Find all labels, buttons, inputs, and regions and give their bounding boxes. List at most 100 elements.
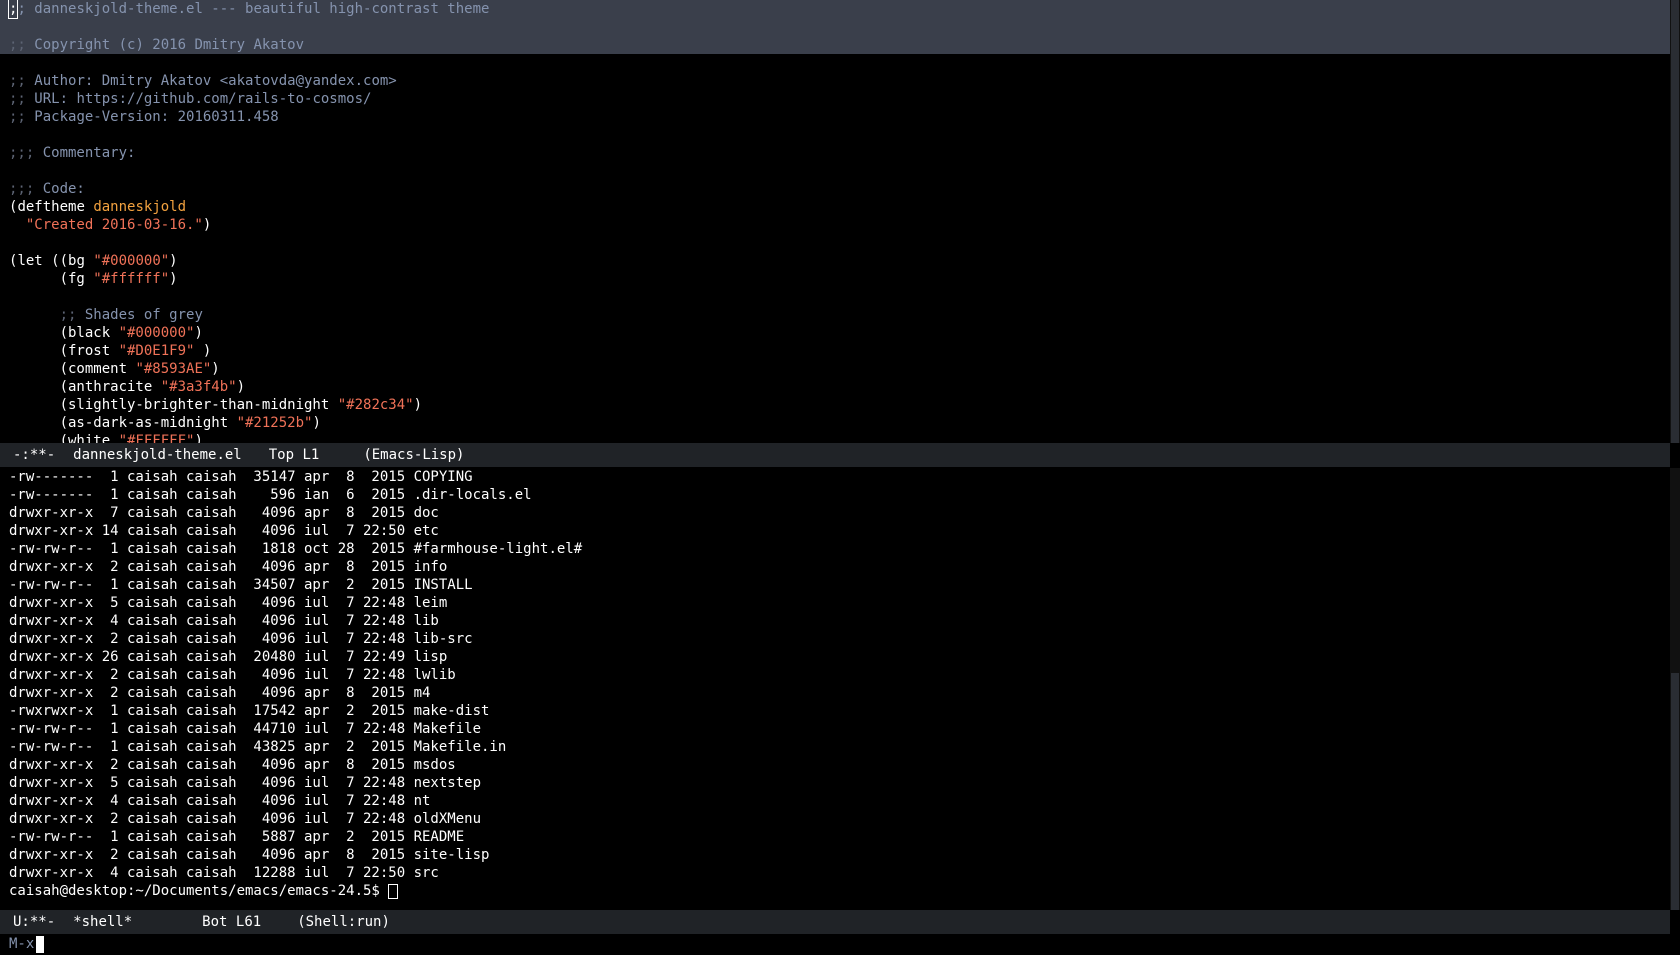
shell-output-line: drwxr-xr-x 5 caisah caisah 4096 iul 7 22… [9, 595, 448, 611]
code-token: ;; [9, 37, 35, 53]
editor-line[interactable]: ;; Copyright (c) 2016 Dmitry Akatov [0, 36, 1670, 54]
code-token: ) [236, 379, 246, 395]
code-token: ;; [59, 307, 85, 323]
editor-line[interactable]: ;; Shades of grey [0, 306, 1670, 324]
code-token: URL: https://github.com/rails-to-cosmos/ [34, 91, 372, 107]
editor-modeline: -:**- danneskjold-theme.el Top L1 (Emacs-Li… [0, 443, 1670, 467]
shell-output-line: drwxr-xr-x 14 caisah caisah 4096 iul 7 2… [9, 523, 439, 539]
shell-output-line: drwxr-xr-x 2 caisah caisah 4096 apr 8 20… [9, 685, 431, 701]
code-token: ) [194, 325, 203, 341]
shell-output-line: -rw-rw-r-- 1 caisah caisah 1818 oct 28 2… [9, 541, 583, 557]
editor-scrollbar-thumb[interactable] [1671, 0, 1679, 443]
shell-output-line: drwxr-xr-x 2 caisah caisah 4096 apr 8 20… [9, 847, 490, 863]
editor-line[interactable] [0, 288, 1670, 306]
editor-buffer[interactable]: ;; danneskjold-theme.el --- beautiful hi… [0, 0, 1670, 443]
code-token: ) [211, 361, 220, 377]
editor-modeline-major-mode[interactable]: (Emacs-Lisp) [363, 447, 464, 463]
shell-output-line: drwxr-xr-x 4 caisah caisah 4096 iul 7 22… [9, 793, 431, 809]
code-token: danneskjold [93, 199, 187, 215]
code-token: "#282c34" [337, 397, 414, 413]
code-token: ; danneskjold-theme.el --- beautiful hig… [17, 1, 490, 17]
code-token: Commentary: [42, 145, 136, 161]
shell-output-line: drwxr-xr-x 2 caisah caisah 4096 apr 8 20… [9, 559, 448, 575]
shell-output-line: drwxr-xr-x 4 caisah caisah 12288 iul 7 2… [9, 865, 439, 881]
editor-line[interactable]: (deftheme danneskjold [0, 198, 1670, 216]
code-token: (black [9, 325, 119, 341]
code-token: ) [169, 253, 178, 269]
editor-line[interactable]: (white "#FFFFFF") [0, 432, 1670, 443]
editor-line[interactable]: (fg "#ffffff") [0, 270, 1670, 288]
shell-modeline: U:**- *shell* Bot L61 (Shell:run) [0, 910, 1670, 934]
code-token: "#3a3f4b" [160, 379, 237, 395]
shell-output-line: drwxr-xr-x 2 caisah caisah 4096 iul 7 22… [9, 811, 482, 827]
code-token: (white [9, 433, 119, 443]
shell-modeline-buffer-name[interactable]: *shell* [73, 914, 132, 930]
code-token: ) [312, 415, 321, 431]
code-token: (slightly-brighter-than-midnight [9, 397, 338, 413]
code-token: "#D0E1F9" [118, 343, 195, 359]
shell-cursor [388, 883, 399, 899]
editor-line[interactable]: (anthracite "#3a3f4b") [0, 378, 1670, 396]
shell-modeline-major-mode[interactable]: (Shell:run) [297, 914, 390, 930]
shell-output-line: drwxr-xr-x 5 caisah caisah 4096 iul 7 22… [9, 775, 482, 791]
editor-line[interactable] [0, 162, 1670, 180]
editor-line[interactable]: (as-dark-as-midnight "#21252b") [0, 414, 1670, 432]
code-token: (as-dark-as-midnight [9, 415, 237, 431]
editor-modeline-status: -:**- [13, 447, 56, 463]
code-token: ;; [9, 109, 35, 125]
shell-prompt: caisah@desktop:~/Documents/emacs/emacs-2… [9, 883, 389, 899]
code-token: "#000000" [93, 253, 170, 269]
editor-line[interactable]: (black "#000000") [0, 324, 1670, 342]
shell-scrollbar-thumb[interactable] [1671, 673, 1679, 910]
code-token: ) [194, 433, 203, 443]
editor-line[interactable]: (slightly-brighter-than-midnight "#282c3… [0, 396, 1670, 414]
shell-output-line: drwxr-xr-x 2 caisah caisah 4096 iul 7 22… [9, 667, 456, 683]
shell-modeline-position: Bot L61 [202, 914, 262, 930]
code-token: "#21252b" [236, 415, 313, 431]
shell-output-line: drwxr-xr-x 26 caisah caisah 20480 iul 7 … [9, 649, 448, 665]
minibuffer[interactable]: M-x [0, 934, 1680, 955]
editor-line[interactable]: ;; Package-Version: 20160311.458 [0, 108, 1670, 126]
editor-line[interactable] [0, 126, 1670, 144]
code-token: ;;; [9, 181, 43, 197]
code-token: let [17, 253, 43, 269]
shell-output-line: drwxr-xr-x 4 caisah caisah 4096 iul 7 22… [9, 613, 439, 629]
code-token: Package-Version: 20160311.458 [34, 109, 279, 125]
editor-line[interactable] [0, 234, 1670, 252]
editor-line[interactable]: ;; URL: https://github.com/rails-to-cosm… [0, 90, 1670, 108]
editor-line[interactable]: ;; Author: Dmitry Akatov <akatovda@yande… [0, 72, 1670, 90]
shell-prompt-line[interactable]: caisah@desktop:~/Documents/emacs/emacs-2… [0, 882, 1670, 900]
shell-output-line: -rw------- 1 caisah caisah 596 ian 6 201… [9, 487, 532, 503]
shell-output-line: -rw-rw-r-- 1 caisah caisah 5887 apr 2 20… [9, 829, 465, 845]
editor-modeline-buffer-name[interactable]: danneskjold-theme.el [73, 447, 242, 463]
editor-modeline-position: Top L1 [268, 447, 320, 463]
code-token: (comment [9, 361, 136, 377]
code-token: ((bg [42, 253, 94, 269]
shell-output-line: -rw------- 1 caisah caisah 35147 apr 8 2… [9, 469, 473, 485]
editor-line[interactable]: (frost "#D0E1F9" ) [0, 342, 1670, 360]
editor-line[interactable]: (comment "#8593AE") [0, 360, 1670, 378]
editor-line[interactable]: (let ((bg "#000000") [0, 252, 1670, 270]
code-token: deftheme [17, 199, 85, 215]
editor-line[interactable]: ;; danneskjold-theme.el --- beautiful hi… [0, 0, 1670, 19]
code-token: "#ffffff" [93, 271, 170, 287]
code-token: ;; [9, 91, 35, 107]
shell-output-line: -rwxrwxr-x 1 caisah caisah 17542 apr 2 2… [9, 703, 490, 719]
code-token: "#000000" [118, 325, 195, 341]
shell-output-line: drwxr-xr-x 2 caisah caisah 4096 iul 7 22… [9, 631, 473, 647]
code-token: ;; [9, 73, 35, 89]
editor-line[interactable] [0, 18, 1670, 36]
editor-line[interactable]: ;;; Code: [0, 180, 1670, 198]
shell-scrollbar[interactable] [1670, 468, 1680, 910]
editor-line[interactable] [0, 54, 1670, 72]
shell-modeline-status: U:**- [13, 914, 56, 930]
shell-output-line: drwxr-xr-x 7 caisah caisah 4096 apr 8 20… [9, 505, 439, 521]
minibuffer-prompt: M-x [9, 936, 35, 952]
editor-line[interactable]: "Created 2016-03-16.") [0, 216, 1670, 234]
editor-scrollbar[interactable] [1670, 0, 1680, 443]
shell-buffer[interactable]: -rw------- 1 caisah caisah 35147 apr 8 2… [0, 468, 1670, 910]
code-token: Copyright (c) 2016 Dmitry Akatov [34, 37, 305, 53]
editor-line[interactable]: ;;; Commentary: [0, 144, 1670, 162]
